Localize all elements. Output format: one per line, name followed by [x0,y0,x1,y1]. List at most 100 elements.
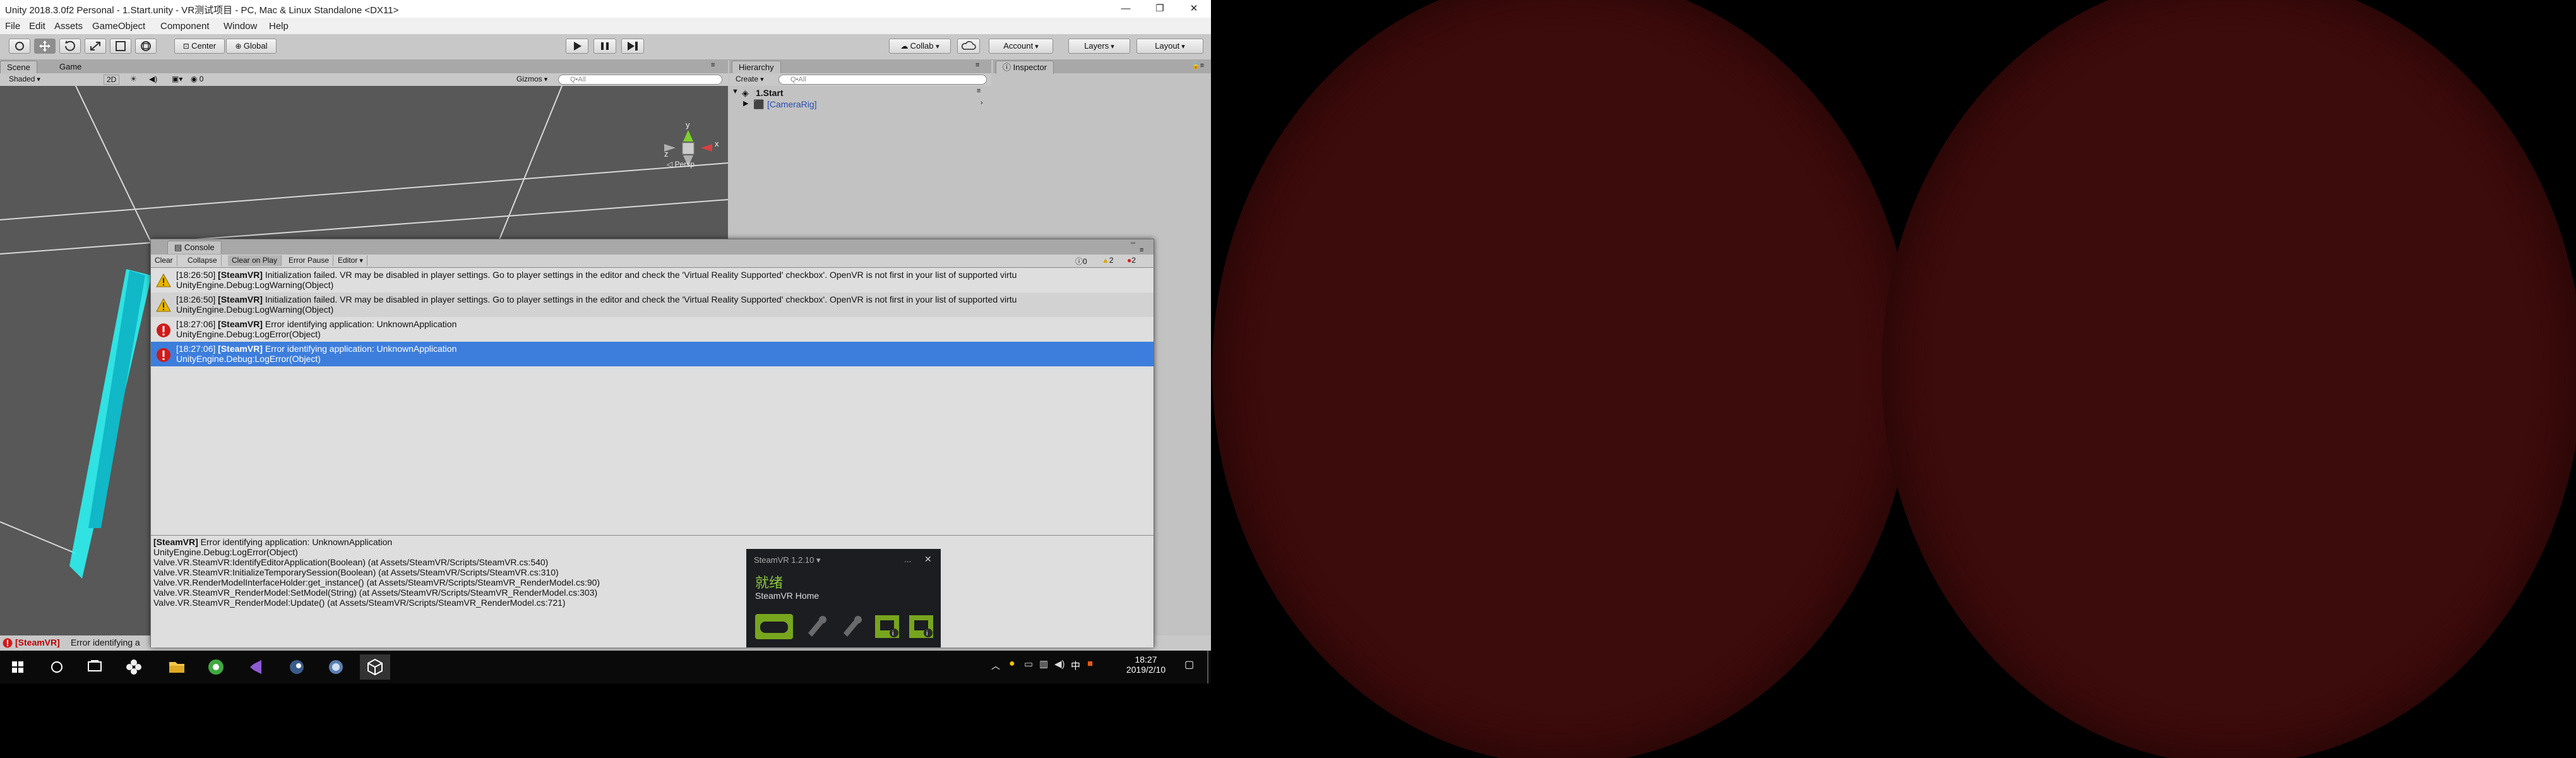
rect-tool-button[interactable] [110,39,131,54]
log-time: [18:26:50] [176,270,216,280]
create-dropdown[interactable]: Create [736,75,764,83]
step-button[interactable] [621,39,644,54]
task-view-icon[interactable] [80,654,110,680]
maximize-button[interactable]: ❐ [1143,0,1177,18]
pivot-toggle[interactable]: ⊡ Center [174,39,225,54]
expand-arrow-icon[interactable]: ▼ [732,88,739,95]
tab-game[interactable]: Game [53,61,88,73]
base-station-icon[interactable]: i [874,614,900,639]
tab-scene[interactable]: Scene [0,61,37,74]
collapse-arrow-icon[interactable]: ▶ [743,99,748,107]
gizmo-y-label: y [686,120,690,129]
flower-app-icon[interactable] [119,654,149,680]
account-dropdown[interactable]: Account [989,39,1053,54]
green-app-icon[interactable] [201,654,231,680]
audio-icon[interactable]: ◀) [149,75,157,83]
chevron-right-icon[interactable]: › [981,99,983,107]
pause-button[interactable] [593,39,616,54]
hierarchy-search-input[interactable]: Q•All [778,75,987,85]
panel-menu-icon[interactable]: ≡ [711,61,715,69]
scene-search-input[interactable]: Q•All [558,75,722,85]
clear-button[interactable]: Clear [151,255,177,266]
menu-file[interactable]: File [5,21,20,32]
menu-window[interactable]: Window [224,21,257,32]
clock[interactable]: 18:27 2019/2/10 [1118,654,1174,675]
hierarchy-toolbar: Create Q•All [729,73,991,87]
space-toggle[interactable]: ⊕ Global [226,39,277,54]
collab-dropdown[interactable]: ☁ Collab [889,39,951,54]
persp-label[interactable]: ◁ Persp [667,160,695,169]
minimize-button[interactable]: — [1109,0,1143,18]
hierarchy-menu-icon[interactable]: ≡ [975,61,979,69]
search-icon[interactable] [42,654,72,680]
layers-dropdown[interactable]: Layers [1068,39,1130,54]
tray-app-icon[interactable]: ● [1009,658,1015,670]
headset-icon[interactable] [755,614,793,639]
console-row-selected[interactable]: [18:27:06] [SteamVR] Error identifying a… [151,342,1154,366]
error-pause-toggle[interactable]: Error Pause [285,255,334,266]
steamvr-close-button[interactable]: ✕ [924,554,932,565]
rotate-tool-button[interactable] [59,39,81,54]
editor-dropdown[interactable]: Editor [334,255,367,266]
console-menu-icon[interactable]: ≡ [1140,246,1143,254]
base-station-icon[interactable]: i [908,614,934,639]
network-icon[interactable]: ▥ [1039,658,1048,670]
layout-dropdown[interactable]: Layout [1136,39,1203,54]
unity-icon[interactable] [360,654,390,680]
menu-edit[interactable]: Edit [29,21,45,32]
hand-tool-button[interactable] [9,39,30,54]
console-row[interactable]: [18:27:06] [SteamVR] Error identifying a… [151,317,1154,342]
tab-console[interactable]: ▤ Console [167,241,222,254]
scale-tool-button[interactable] [85,39,106,54]
scene-root-row[interactable]: ▼ ◈ 1.Start ≡ [729,87,991,99]
menu-gameobject[interactable]: GameObject [92,21,145,32]
notification-icon[interactable]: ▢ [1184,658,1194,671]
visual-studio-icon[interactable] [241,654,271,680]
menu-assets[interactable]: Assets [54,21,83,32]
tab-inspector[interactable]: ⓘ Inspector [996,61,1054,74]
battery-icon[interactable]: ▭ [1024,658,1033,670]
steamvr-home-link[interactable]: SteamVR Home [755,591,819,601]
collapse-toggle[interactable]: Collapse [184,255,222,266]
move-tool-button[interactable] [34,39,56,54]
log-count-toggle[interactable]: ⓘ0 [1075,256,1087,267]
windows-start-icon[interactable] [3,654,33,680]
hidden-objects-icon[interactable]: ◉ 0 [191,75,203,83]
shading-mode-dropdown[interactable]: Shaded [9,75,40,83]
volume-icon[interactable]: ◀) [1054,658,1065,670]
steamvr-title[interactable]: SteamVR 1.2.10 ▾ [754,555,821,565]
steam-icon[interactable] [282,654,312,680]
steamvr-menu-button[interactable]: ... [904,554,912,564]
pivot-label: Center [191,41,217,51]
toggle-2d-button[interactable]: 2D [104,75,120,85]
effects-icon[interactable]: ▣▾ [172,75,182,83]
clear-on-play-toggle[interactable]: Clear on Play [228,255,282,266]
console-window-controls[interactable]: ▫▫ [1131,240,1135,247]
console-row[interactable]: [18:26:50] [SteamVR] Initialization fail… [151,268,1154,292]
cloud-services-button[interactable] [957,39,980,54]
file-explorer-icon[interactable] [162,654,192,680]
controller-icon[interactable] [837,614,864,639]
menu-help[interactable]: Help [269,21,289,32]
scene-menu-icon[interactable]: ≡ [977,87,981,95]
warning-count-toggle[interactable]: ▲2 [1102,256,1114,265]
controller-icon[interactable] [802,614,828,639]
gizmos-dropdown[interactable]: Gizmos [516,75,547,83]
hierarchy-item[interactable]: ▶ ⬛ [CameraRig] › [729,99,991,110]
tab-hierarchy[interactable]: Hierarchy [732,61,781,74]
sogou-icon[interactable]: ■ [1087,658,1093,669]
menu-component[interactable]: Component [160,21,210,32]
ime-indicator[interactable]: 中 [1071,659,1080,672]
console-row[interactable]: [18:26:50] [SteamVR] Initialization fail… [151,292,1154,317]
show-desktop-button[interactable] [1207,651,1208,683]
console-detail-pane[interactable]: [SteamVR] Error identifying application:… [151,535,1154,647]
lock-icon[interactable]: 🔒≡ [1191,61,1204,69]
warning-count: 2 [1109,256,1114,265]
play-button[interactable] [566,39,588,54]
blue-app-icon[interactable] [321,654,351,680]
transform-tool-button[interactable] [135,39,157,54]
close-button[interactable]: ✕ [1177,0,1211,18]
chevron-up-icon[interactable]: ︿ [991,659,1000,672]
lighting-icon[interactable]: ☀ [130,75,137,83]
error-count-toggle[interactable]: ●2 [1127,256,1136,265]
